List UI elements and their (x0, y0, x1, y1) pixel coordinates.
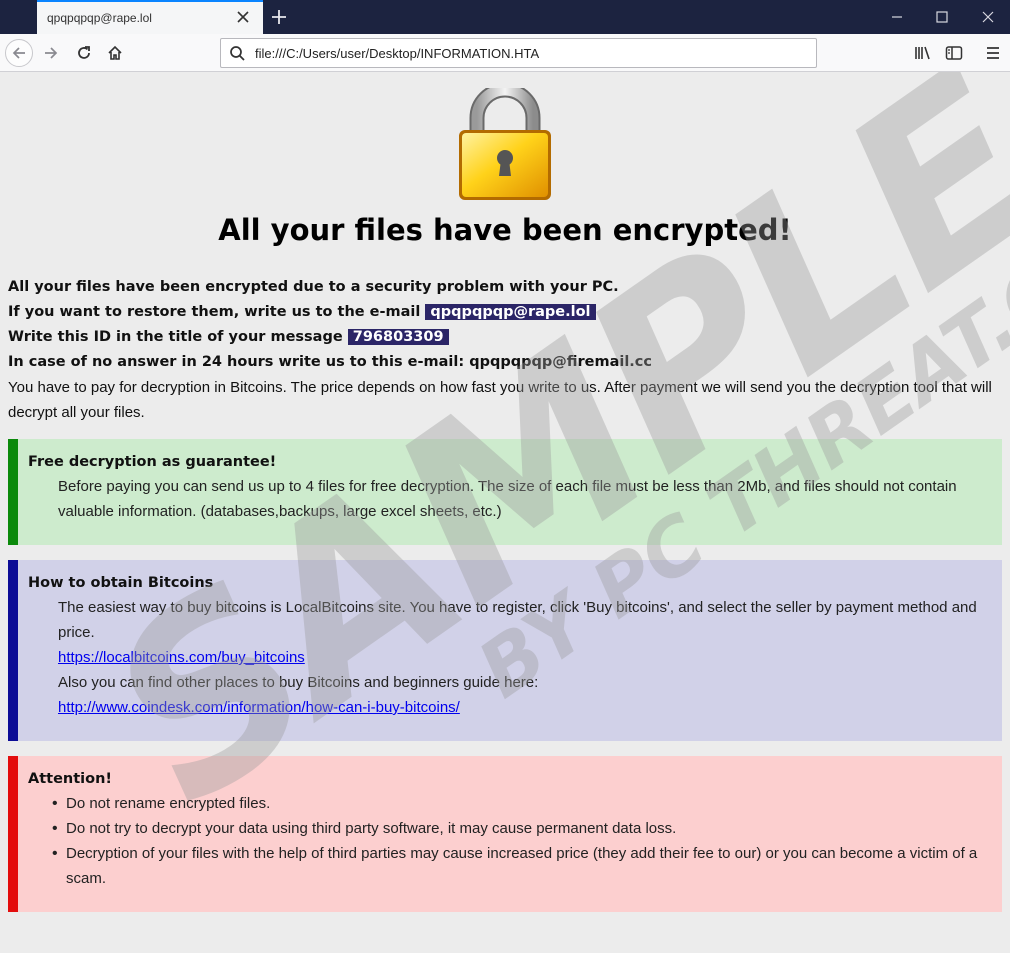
library-icon[interactable] (914, 45, 932, 61)
contact-email: qpqpqpqp@rape.lol (425, 304, 596, 320)
page-headline: All your files have been encrypted! (218, 213, 792, 247)
attention-title: Attention! (28, 771, 113, 787)
intro-text: All your files have been encrypted due t… (8, 275, 998, 425)
intro-line-2: If you want to restore them, write us to… (8, 300, 998, 325)
title-bar: qpqpqpqp@rape.lol (0, 0, 1010, 34)
reload-button[interactable] (70, 39, 98, 67)
home-icon (108, 45, 122, 60)
email-prompt: If you want to restore them, write us to… (8, 304, 421, 320)
localbitcoins-link[interactable]: https://localbitcoins.com/buy_bitcoins (58, 645, 982, 670)
browser-tab[interactable]: qpqpqpqp@rape.lol (37, 0, 263, 34)
padlock-icon (459, 88, 551, 200)
guarantee-box: Free decryption as guarantee! Before pay… (8, 439, 1002, 545)
page-content: All your files have been encrypted! All … (0, 72, 1010, 953)
guarantee-title: Free decryption as guarantee! (28, 454, 277, 470)
bitcoins-text-1: The easiest way to buy bitcoins is Local… (58, 599, 977, 641)
attention-item: Do not rename encrypted files. (52, 791, 982, 816)
back-button[interactable] (5, 39, 33, 67)
coindesk-link[interactable]: http://www.coindesk.com/information/how-… (58, 695, 982, 720)
address-bar[interactable]: file:///C:/Users/user/Desktop/INFORMATIO… (220, 38, 817, 68)
minimize-icon[interactable] (888, 8, 906, 26)
id-prompt: Write this ID in the title of your messa… (8, 329, 343, 345)
intro-line-1: All your files have been encrypted due t… (8, 279, 619, 295)
forward-arrow-icon (45, 47, 58, 59)
attention-item: Decryption of your files with the help o… (52, 841, 982, 891)
attention-list: Do not rename encrypted files. Do not tr… (52, 791, 982, 891)
sidebar-icon[interactable] (945, 45, 963, 61)
close-window-icon[interactable] (979, 8, 997, 26)
menu-icon[interactable] (985, 45, 1001, 61)
reload-icon (78, 46, 90, 59)
url-text: file:///C:/Users/user/Desktop/INFORMATIO… (255, 46, 540, 61)
attention-item: Do not try to decrypt your data using th… (52, 816, 982, 841)
victim-id: 796803309 (347, 329, 449, 345)
bitcoins-title: How to obtain Bitcoins (28, 575, 214, 591)
guarantee-text: Before paying you can send us up to 4 fi… (58, 478, 957, 520)
forward-button[interactable] (37, 39, 65, 67)
home-button[interactable] (101, 39, 129, 67)
bitcoins-text-2: Also you can find other places to buy Bi… (58, 674, 539, 691)
close-tab-icon[interactable] (235, 9, 251, 25)
search-icon (230, 46, 245, 61)
intro-line-4: In case of no answer in 24 hours write u… (8, 354, 652, 370)
new-tab-icon[interactable] (268, 6, 290, 28)
tab-title: qpqpqpqp@rape.lol (47, 11, 152, 25)
back-arrow-icon (12, 47, 25, 59)
navigation-bar: file:///C:/Users/user/Desktop/INFORMATIO… (0, 34, 1010, 72)
attention-box: Attention! Do not rename encrypted files… (8, 756, 1002, 912)
intro-line-5: You have to pay for decryption in Bitcoi… (8, 379, 992, 421)
intro-line-3: Write this ID in the title of your messa… (8, 325, 998, 350)
bitcoins-box: How to obtain Bitcoins The easiest way t… (8, 560, 1002, 741)
maximize-icon[interactable] (933, 8, 951, 26)
